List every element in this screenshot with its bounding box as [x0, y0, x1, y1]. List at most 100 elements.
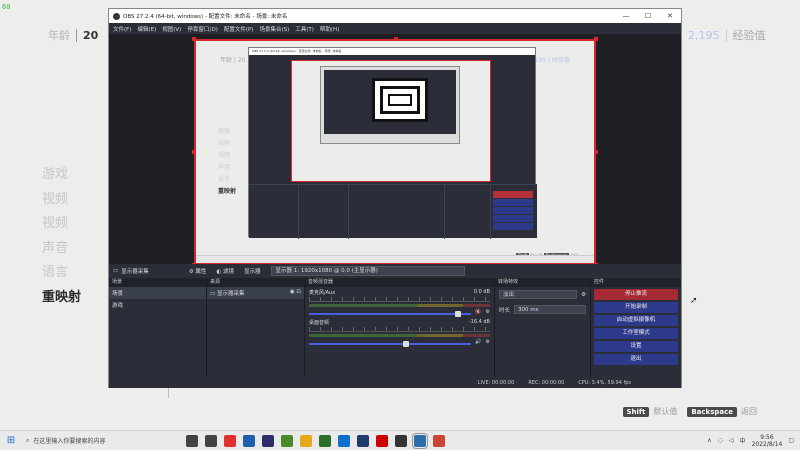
menu-view[interactable]: 视图(V) [162, 25, 181, 33]
obs-statusbar: LIVE: 00:00:00 REC: 00:00:00 CPU: 3.4%, … [109, 377, 681, 388]
nested-menu-item: 视频 [218, 152, 231, 159]
channel-db: -16.4 dB [468, 319, 490, 325]
stop-streaming-button[interactable]: 停止推流 [594, 289, 678, 300]
resize-handle[interactable] [594, 150, 598, 154]
nested-stop-button [493, 191, 533, 198]
taskbar-app-icon[interactable] [357, 434, 369, 447]
volume-knob[interactable] [455, 310, 462, 317]
nested-button [493, 207, 533, 214]
age-display: 年龄 20 [48, 27, 99, 43]
shift-key[interactable]: Shift [622, 406, 650, 417]
duration-input[interactable]: 300 ms [514, 305, 586, 314]
display-select[interactable]: 显示器 1: 1920x1080 @ 0,0 (主显示器) [270, 266, 465, 276]
speaker-icon[interactable]: 🔊 [475, 339, 481, 345]
input-method-icon[interactable]: 中 [740, 436, 746, 445]
resize-handle[interactable] [192, 150, 196, 154]
filters-button[interactable]: ◐ 滤镜 [216, 267, 234, 275]
network-icon[interactable]: ◌ [718, 437, 723, 444]
source-item[interactable]: ▭ 显示器采集 ◉ ⊡ [207, 287, 304, 299]
resize-handle[interactable] [394, 37, 398, 41]
minimize-icon[interactable]: — [615, 12, 637, 20]
taskbar-app-icon[interactable] [412, 432, 428, 449]
taskbar-app-icon[interactable] [281, 434, 293, 447]
menu-help[interactable]: 帮助(H) [320, 25, 339, 33]
menu-item-game[interactable]: 游戏 [42, 165, 81, 190]
clock[interactable]: 9:56 2022/8/14 [752, 434, 783, 448]
transition-select[interactable]: 淡出 [499, 290, 578, 299]
settings-button[interactable]: 设置 [594, 341, 678, 352]
nested-obs-window: OBS 27.2.4 (64-bit, windows) - 配置文件: 未命名… [248, 47, 537, 239]
windows-start-icon[interactable]: ⊞ [0, 431, 22, 450]
gear-icon[interactable]: ⚙ [486, 309, 490, 315]
scene-item[interactable]: 场景 [109, 287, 206, 299]
taskbar-app-icon[interactable] [186, 434, 198, 447]
mixer-header: 音频混音器 [305, 278, 494, 287]
taskbar-app-icon[interactable] [395, 434, 407, 447]
backspace-key[interactable]: Backspace [687, 406, 737, 417]
scene-item[interactable]: 游戏 [109, 299, 206, 311]
taskbar-app-icon[interactable] [243, 434, 255, 447]
menu-docks[interactable]: 停靠窗口(D) [187, 25, 218, 33]
chevron-up-icon[interactable]: ∧ [707, 437, 711, 444]
properties-button[interactable]: ⚙ 属性 [189, 267, 207, 275]
nested-age: 年龄 | 20 [220, 57, 246, 64]
taskbar-search[interactable]: ⌕ 在这里输入你要搜索的内容 [22, 431, 168, 450]
volume-icon[interactable]: ◁ [729, 437, 734, 444]
menu-item-remap[interactable]: 重映射 [42, 288, 81, 313]
meter-ticks [309, 327, 490, 332]
exit-button[interactable]: 退出 [594, 354, 678, 365]
meter-ticks [309, 297, 490, 302]
obs-menubar: 文件(F) 编辑(E) 视图(V) 停靠窗口(D) 配置文件(P) 场景集合(S… [109, 23, 681, 34]
studio-mode-button[interactable]: 工作室模式 [594, 328, 678, 339]
menu-item-video[interactable]: 视频 [42, 190, 81, 215]
notification-icon[interactable]: ▢ [788, 437, 794, 444]
controls-header: 控件 [591, 278, 681, 287]
taskbar-app-icon[interactable] [338, 434, 350, 447]
menu-file[interactable]: 文件(F) [113, 25, 131, 33]
taskbar-app-icon[interactable] [300, 434, 312, 447]
search-placeholder: 在这里输入你要搜索的内容 [33, 438, 106, 445]
taskbar-app-icon[interactable] [433, 434, 445, 447]
nested-menu-item: 视频 [218, 140, 231, 147]
duration-row: 时长 300 ms [495, 302, 590, 317]
menu-edit[interactable]: 编辑(E) [137, 25, 156, 33]
resize-handle[interactable] [594, 37, 598, 41]
taskbar-app-icon[interactable] [224, 434, 236, 447]
channel-name: 桌面音频 [309, 320, 330, 326]
taskbar-app-icon[interactable] [205, 434, 217, 447]
menu-item-sound[interactable]: 声音 [42, 239, 81, 264]
age-label: 年龄 [48, 29, 70, 42]
taskbar-app-icon[interactable] [262, 434, 274, 447]
rec-status: REC: 00:00:00 [528, 379, 565, 386]
properties-label: 属性 [195, 269, 207, 275]
nested-menu-item: 游戏 [218, 128, 231, 135]
menu-tools[interactable]: 工具(T) [295, 25, 314, 33]
start-recording-button[interactable]: 开始录制 [594, 302, 678, 313]
menu-scene-collection[interactable]: 场景集合(S) [259, 25, 289, 33]
preview-canvas[interactable]: 年龄 | 20 2,195 | 经验值 游戏 视频 视频 声音 语言 重映射 O… [194, 39, 596, 265]
taskbar-app-icon[interactable] [319, 434, 331, 447]
mute-icon[interactable]: 🔇 [475, 309, 481, 315]
virtual-camera-button[interactable]: 启动虚拟摄像机 [594, 315, 678, 326]
resize-handle[interactable] [192, 37, 196, 41]
volume-slider[interactable] [309, 340, 472, 347]
nested-mixer-panel [349, 185, 445, 239]
nested-panels [249, 184, 537, 239]
menu-item-language[interactable]: 语言 [42, 263, 81, 288]
maximize-icon[interactable]: ☐ [637, 12, 659, 20]
transitions-dock: 转场特效 淡出 ⚙ 时长 300 ms [495, 278, 591, 388]
visibility-icon[interactable]: ◉ ⊡ [290, 289, 301, 295]
menu-item-video-2[interactable]: 视频 [42, 214, 81, 239]
menu-profile[interactable]: 配置文件(P) [224, 25, 254, 33]
exp-display: 2,195 经验值 [688, 27, 766, 43]
volume-knob[interactable] [403, 340, 410, 347]
nested-dark-window [324, 70, 456, 134]
display-label: 显示器 [244, 269, 261, 275]
gear-icon[interactable]: ⚙ [581, 292, 586, 298]
close-icon[interactable]: ✕ [659, 12, 681, 20]
volume-slider[interactable] [309, 310, 472, 317]
taskbar-apps [186, 432, 445, 449]
gear-icon[interactable]: ⚙ [486, 339, 490, 345]
clock-time: 9:56 [760, 433, 774, 441]
taskbar-app-icon[interactable] [376, 434, 388, 447]
